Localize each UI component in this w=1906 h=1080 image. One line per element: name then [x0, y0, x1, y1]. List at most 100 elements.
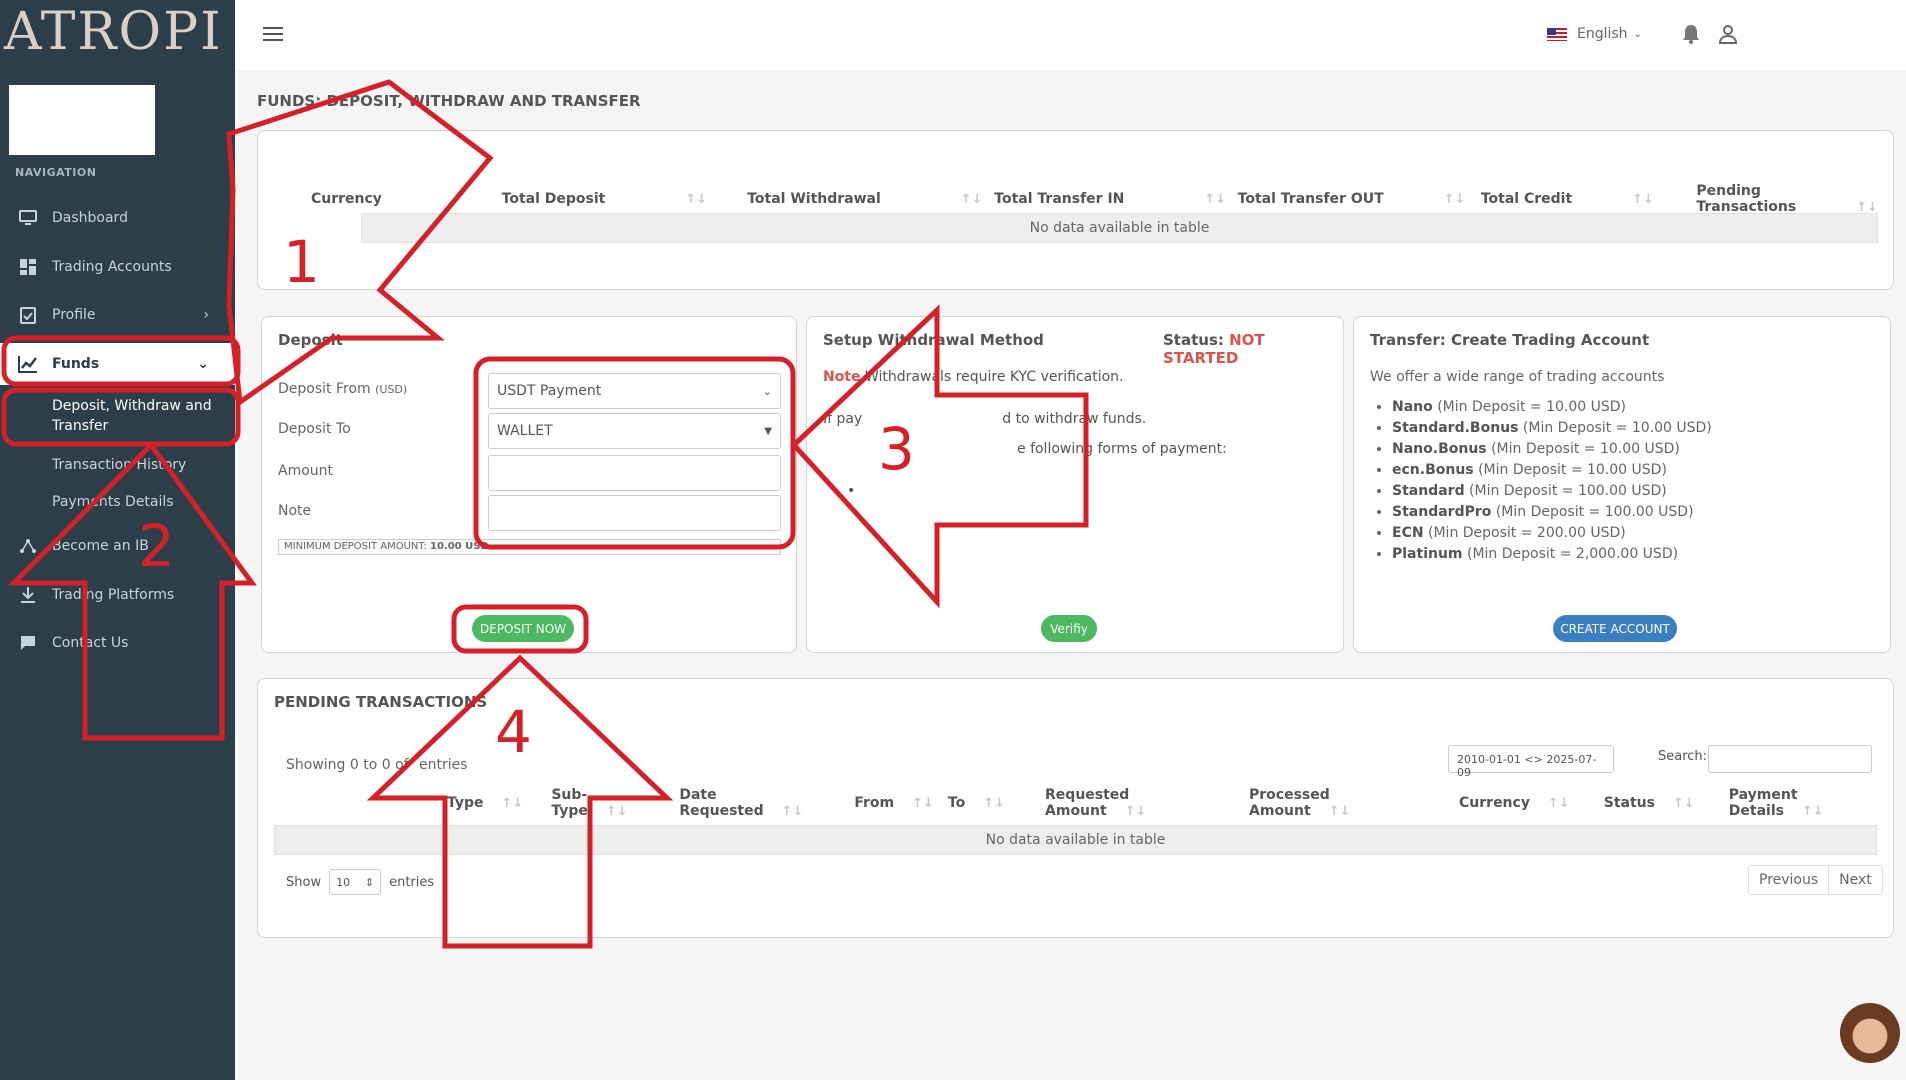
column-header[interactable]: Processed Amount ↑↓ [1215, 787, 1425, 819]
sidebar-subitem-history[interactable]: Transaction History [52, 455, 186, 475]
brand-logo[interactable]: ATROPI [0, 0, 235, 64]
column-header[interactable]: Date Requested ↑↓ [653, 787, 828, 819]
verify-button[interactable]: Verifiy [1041, 615, 1097, 642]
deposit-to-label: Deposit To [278, 421, 351, 437]
deposit-from-label: Deposit From (USD) [278, 381, 408, 397]
column-header[interactable]: Total Withdrawal ↑↓ [747, 183, 994, 215]
list-item: Nano.Bonus (Min Deposit = 10.00 USD) [1392, 439, 1712, 460]
sidebar-subitem-deposit[interactable]: Deposit, Withdraw and Transfer [52, 396, 222, 436]
sidebar-item-label: Become an IB [52, 538, 149, 554]
sidebar-item-trading-platforms[interactable]: Trading Platforms [0, 575, 235, 615]
column-header[interactable]: Currency ↑↓ [1425, 787, 1570, 819]
sidebar-item-contact[interactable]: Contact Us [0, 623, 235, 663]
note-input[interactable] [488, 495, 781, 531]
withdrawal-text-2: e following forms of payment: [1017, 441, 1227, 457]
sidebar-item-label: Trading Platforms [52, 587, 175, 603]
monitor-icon [18, 208, 38, 228]
list-item: ECN (Min Deposit = 200.00 USD) [1392, 523, 1712, 544]
prev-button[interactable]: Previous [1749, 866, 1828, 894]
sidebar-item-label: Dashboard [52, 210, 128, 226]
page-length-select[interactable]: 10 ⇕ [329, 869, 382, 895]
annotation-number-1: 1 [283, 228, 320, 296]
column-header[interactable]: Type ↑↓ [274, 787, 523, 819]
chevron-down-icon: ⌄ [197, 356, 209, 372]
search-label: Search: [1658, 749, 1708, 764]
language-label: English [1577, 26, 1628, 42]
column-header[interactable]: Total Credit ↑↓ [1481, 183, 1697, 215]
sidebar: ATROPI NAVIGATION Dashboard Trading Acco… [0, 0, 235, 1080]
column-header[interactable]: Status ↑↓ [1570, 787, 1695, 819]
withdrawal-card: Setup Withdrawal Method Status: NOT STAR… [806, 316, 1344, 653]
sidebar-item-dashboard[interactable]: Dashboard [0, 198, 235, 238]
sidebar-item-label: Contact Us [52, 635, 129, 651]
next-button[interactable]: Next [1828, 866, 1882, 894]
sidebar-item-trading-accounts[interactable]: Trading Accounts [0, 247, 235, 287]
transfer-intro: We offer a wide range of trading account… [1370, 369, 1665, 385]
chart-icon [18, 354, 38, 374]
amount-input[interactable] [488, 455, 781, 491]
column-header[interactable]: Requested Amount ↑↓ [1005, 787, 1215, 819]
deposit-title: Deposit [278, 331, 343, 349]
sidebar-item-label: Trading Accounts [52, 259, 172, 275]
chevron-down-icon: ⌄ [1633, 28, 1642, 40]
empty-table-row: No data available in table [274, 825, 1877, 855]
user-name-box[interactable] [1747, 20, 1884, 67]
withdrawal-title: Setup Withdrawal Method [823, 331, 1044, 349]
download-icon [18, 585, 38, 605]
list-item: Platinum (Min Deposit = 2,000.00 USD) [1392, 544, 1712, 565]
column-header[interactable]: From ↑↓ [828, 787, 934, 819]
sidebar-item-become-ib[interactable]: Become an IB [0, 526, 235, 566]
summary-card: Currency Total Deposit ↑↓ Total Withdrawa… [257, 130, 1894, 290]
withdrawal-note: Note Withdrawals require KYC verificatio… [823, 369, 1124, 385]
deposit-now-button[interactable]: DEPOSIT NOW [472, 615, 574, 642]
column-header[interactable]: Total Transfer IN ↑↓ [994, 183, 1237, 215]
page-title: FUNDS: DEPOSIT, WITHDRAW AND TRANSFER [257, 92, 641, 110]
amount-label: Amount [278, 463, 334, 479]
grid-icon [18, 257, 38, 277]
us-flag-icon [1547, 27, 1567, 41]
pagination: Previous Next [1748, 865, 1883, 895]
list-item: StandardPro (Min Deposit = 100.00 USD) [1392, 502, 1712, 523]
user-card [9, 85, 155, 155]
column-header[interactable]: Sub-Type ↑↓ [523, 787, 653, 819]
menu-icon[interactable] [263, 27, 283, 41]
sidebar-item-funds[interactable]: Funds ⌄ [0, 343, 235, 385]
create-account-button[interactable]: CREATE ACCOUNT [1553, 615, 1677, 642]
chat-icon [18, 633, 38, 653]
deposit-from-select[interactable]: USDT Payment ⌄ [488, 373, 781, 409]
deposit-card: Deposit Deposit From (USD) USDT Payment ⌄… [261, 316, 797, 653]
topbar: English ⌄ [235, 0, 1906, 70]
list-item: Nano (Min Deposit = 10.00 USD) [1392, 397, 1712, 418]
sidebar-item-label: Profile [52, 307, 96, 323]
entries-info: Showing 0 to 0 of entries [286, 757, 468, 773]
language-selector[interactable]: English ⌄ [1547, 26, 1642, 42]
clipboard-icon [18, 305, 38, 325]
annotation-number-3: 3 [878, 415, 915, 483]
min-deposit-note: MINIMUM DEPOSIT AMOUNT: 10.00 USD [278, 539, 781, 555]
support-avatar[interactable] [1840, 1003, 1900, 1063]
empty-table-row: No data available in table [361, 213, 1878, 243]
user-icon[interactable] [1718, 24, 1738, 48]
bullet: • [847, 483, 856, 499]
sidebar-item-profile[interactable]: Profile › [0, 295, 235, 335]
pending-title: PENDING TRANSACTIONS [274, 693, 488, 711]
annotation-number-4: 4 [495, 698, 532, 766]
pending-table: Type ↑↓ Sub-Type ↑↓ Date Requested ↑↓ From ↑… [274, 787, 1877, 819]
annotation-number-2: 2 [138, 512, 175, 580]
column-header[interactable]: Pending Transactions ↑↓ [1696, 183, 1878, 215]
transfer-card: Transfer: Create Trading Account We offe… [1353, 316, 1891, 653]
column-header[interactable]: Payment Details ↑↓ [1695, 787, 1877, 819]
bell-icon[interactable] [1682, 24, 1700, 48]
column-header[interactable]: Total Deposit ↑↓ [502, 183, 748, 215]
chevron-right-icon: › [203, 307, 209, 323]
column-header[interactable]: Total Transfer OUT ↑↓ [1238, 183, 1481, 215]
withdrawal-status: Status: NOT STARTED [1163, 331, 1265, 367]
list-item: Standard (Min Deposit = 100.00 USD) [1392, 481, 1712, 502]
page-length: Show 10 ⇕ entries [286, 869, 434, 895]
column-header[interactable]: To ↑↓ [934, 787, 1005, 819]
transfer-title: Transfer: Create Trading Account [1370, 331, 1650, 349]
date-range-input[interactable]: 2010-01-01 <> 2025-07-09 [1448, 745, 1614, 779]
sidebar-subitem-payments[interactable]: Payments Details [52, 492, 174, 512]
search-input[interactable] [1708, 745, 1872, 773]
deposit-to-select[interactable]: WALLET ▼ [488, 413, 781, 449]
